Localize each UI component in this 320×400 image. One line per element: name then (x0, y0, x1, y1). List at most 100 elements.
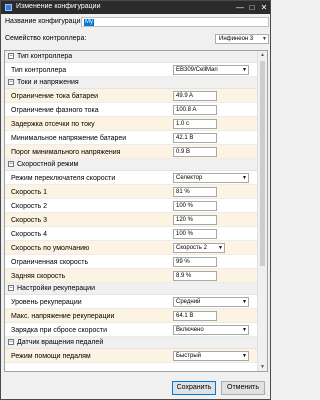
property-row: Ограничение тока батареи 49.9 A (5, 89, 257, 103)
property-value: 49.9 A (176, 93, 194, 99)
property-value: 1.0 c (176, 121, 190, 127)
name-input[interactable]: My (81, 17, 269, 27)
property-label: Режим помощи педалям (11, 353, 91, 360)
property-label: Макс. напряжение рекуперации (11, 313, 115, 320)
app-icon (5, 4, 12, 11)
property-label: Скорость 3 (11, 217, 48, 224)
scroll-down-icon[interactable]: ▼ (258, 363, 267, 371)
category-header[interactable]: − Скоростной режим (5, 159, 257, 171)
property-row: Скорость по умолчанию Скорость 2 ▼ (5, 241, 257, 255)
resize-grip-icon[interactable]: ⋱ (262, 390, 268, 397)
property-row: Режим помощи педалям Быстрый ▼ (5, 349, 257, 363)
property-row: Макс. напряжение рекуперации 64.1 B (5, 309, 257, 323)
category-title: Датчик вращения педалей (17, 339, 104, 346)
property-label: Скорость 2 (11, 203, 48, 210)
property-label: Ограничение фазного тока (11, 107, 99, 114)
property-value-input[interactable]: 49.9 A (173, 91, 217, 101)
vertical-scrollbar[interactable]: ▲ ▼ (257, 51, 267, 371)
chevron-down-icon: ▼ (242, 67, 247, 73)
property-row: Скорость 1 81 % (5, 185, 257, 199)
property-row: Зарядка при сбросе скорости Включено ▼ (5, 323, 257, 337)
property-grid-body: − Тип контроллера Тип контроллера EB309/Cel… (5, 51, 257, 363)
property-value: 100 % (176, 231, 194, 237)
name-label: Название конфигурации: (5, 18, 87, 25)
category-header[interactable]: − Токи и напряжения (5, 77, 257, 89)
chevron-down-icon: ▼ (242, 175, 247, 181)
save-button[interactable]: Сохранить (172, 381, 216, 395)
title-bar[interactable]: Изменение конфигурации — □ ✕ (1, 1, 270, 14)
property-label: Уровень рекуперации (11, 299, 82, 306)
property-value-select[interactable]: Включено ▼ (173, 325, 249, 335)
scroll-up-icon[interactable]: ▲ (258, 51, 267, 59)
property-value-input[interactable]: 8.9 % (173, 271, 217, 281)
property-value: 0.9 B (176, 149, 191, 155)
collapse-icon[interactable]: − (8, 53, 14, 59)
property-value-input[interactable]: 100.8 A (173, 105, 217, 115)
property-row: Задержка отсечки по току 1.0 c (5, 117, 257, 131)
property-value: Скорость 2 (176, 245, 207, 251)
property-value-input[interactable]: 100 % (173, 229, 217, 239)
category-title: Тип контроллера (17, 53, 73, 60)
collapse-icon[interactable]: − (8, 79, 14, 85)
property-value: EB309/CellMan (176, 67, 218, 73)
property-value-input[interactable]: 81 % (173, 187, 217, 197)
property-row: Скорость 3 120 % (5, 213, 257, 227)
property-value-select[interactable]: Скорость 2 ▼ (173, 243, 225, 253)
property-value-select[interactable]: EB309/CellMan ▼ (173, 65, 249, 75)
property-label: Ограниченная скорость (11, 259, 89, 266)
property-value-input[interactable]: 1.0 c (173, 119, 217, 129)
category-title: Токи и напряжения (17, 79, 79, 86)
property-label: Режим переключателя скорости (11, 175, 116, 182)
family-value: Инфинеон 3 (219, 36, 254, 42)
property-value: 42.1 B (176, 135, 194, 141)
chevron-down-icon: ▼ (262, 36, 267, 42)
property-value: 81 % (176, 189, 190, 195)
property-value-select[interactable]: Быстрый ▼ (173, 351, 249, 361)
property-row: Тип контроллера EB309/CellMan ▼ (5, 63, 257, 77)
property-value: Включено (176, 327, 204, 333)
category-header[interactable]: − Тип контроллера (5, 51, 257, 63)
collapse-icon[interactable]: − (8, 339, 14, 345)
property-value: Селектор (176, 175, 203, 181)
property-value: 100 % (176, 203, 194, 209)
category-title: Настройки рекуперации (17, 285, 95, 292)
collapse-icon[interactable]: − (8, 161, 14, 167)
property-label: Минимальное напряжение батареи (11, 135, 127, 142)
property-row: Режим переключателя скорости Селектор ▼ (5, 171, 257, 185)
property-row: Скорость 2 100 % (5, 199, 257, 213)
property-row: Ограничение фазного тока 100.8 A (5, 103, 257, 117)
category-header[interactable]: − Настройки рекуперации (5, 283, 257, 295)
property-value-input[interactable]: 0.9 B (173, 147, 217, 157)
property-label: Скорость 1 (11, 189, 48, 196)
chevron-down-icon: ▼ (218, 245, 223, 251)
property-label: Ограничение тока батареи (11, 93, 99, 100)
property-value-input[interactable]: 42.1 B (173, 133, 217, 143)
property-row: Минимальное напряжение батареи 42.1 B (5, 131, 257, 145)
property-value-select[interactable]: Селектор ▼ (173, 173, 249, 183)
property-label: Задержка отсечки по току (11, 121, 95, 128)
family-select[interactable]: Инфинеон 3 ▼ (215, 34, 269, 44)
config-dialog: Изменение конфигурации — □ ✕ Название ко… (0, 0, 271, 400)
property-value: 120 % (176, 217, 194, 223)
property-value: Быстрый (176, 353, 201, 359)
property-row: Ограниченная скорость 99 % (5, 255, 257, 269)
scroll-thumb[interactable] (260, 61, 265, 266)
property-value-input[interactable]: 64.1 B (173, 311, 217, 321)
family-row: Семейство контроллера: Инфинеон 3 ▼ (5, 34, 269, 46)
cancel-button[interactable]: Отменить (221, 381, 265, 395)
property-value-input[interactable]: 120 % (173, 215, 217, 225)
property-row: Порог минимального напряжения 0.9 B (5, 145, 257, 159)
maximize-icon[interactable]: □ (246, 1, 258, 14)
property-value-select[interactable]: Средний ▼ (173, 297, 249, 307)
collapse-icon[interactable]: − (8, 285, 14, 291)
property-label: Тип контроллера (11, 67, 67, 74)
property-value: 99 % (176, 259, 190, 265)
property-value-input[interactable]: 100 % (173, 201, 217, 211)
name-row: Название конфигурации: My (5, 17, 269, 29)
close-icon[interactable]: ✕ (258, 1, 270, 14)
property-value-input[interactable]: 99 % (173, 257, 217, 267)
minimize-icon[interactable]: — (234, 1, 246, 14)
property-value: Средний (176, 299, 201, 305)
property-value: 64.1 B (176, 313, 194, 319)
category-header[interactable]: − Датчик вращения педалей (5, 337, 257, 349)
